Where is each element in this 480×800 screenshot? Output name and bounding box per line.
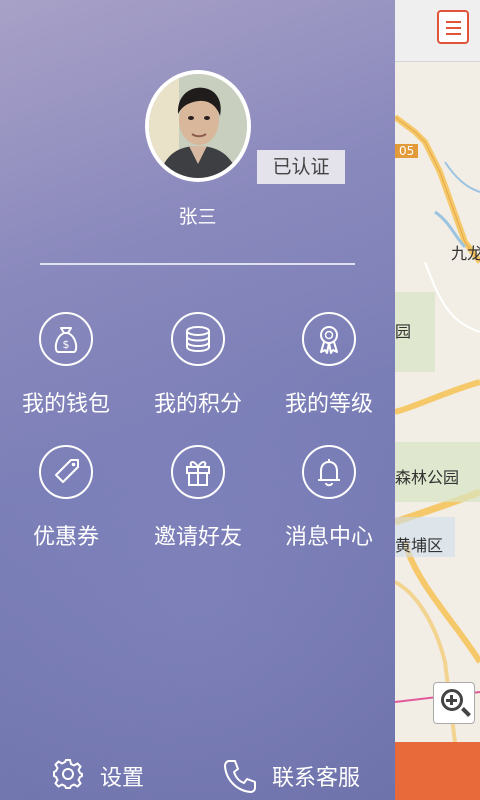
divider: [40, 263, 355, 265]
map-label-park: 森林公园: [395, 468, 460, 487]
wallet-icon: $: [39, 312, 93, 366]
menu-item-label: 优惠券: [32, 525, 99, 550]
map-label-place: 九龙: [451, 244, 480, 263]
menu-item-label: 消息中心: [284, 525, 373, 550]
coupon-tag-icon: [39, 445, 93, 499]
map-top-bar: [395, 0, 480, 62]
map-road-shield: 05: [395, 144, 419, 158]
menu-item-wallet[interactable]: $ 我的钱包: [1, 312, 131, 427]
settings-label: 设置: [100, 766, 145, 791]
medal-icon: [302, 312, 356, 366]
map-canvas[interactable]: 05 九龙 园 森林公园 黄埔区: [395, 62, 480, 743]
settings-button[interactable]: 设置: [50, 750, 170, 800]
gift-icon: [171, 445, 225, 499]
menu-item-label: 我的积分: [153, 392, 242, 417]
menu-item-messages[interactable]: 消息中心: [264, 445, 394, 560]
map-label-place: 园: [395, 322, 412, 341]
menu-list-icon[interactable]: [437, 10, 469, 44]
avatar-photo: [149, 74, 247, 178]
menu-item-label: 邀请好友: [153, 525, 242, 550]
gear-icon: [53, 759, 83, 789]
map-roads: [395, 62, 480, 743]
side-drawer: 已认证 张三 $ 我的钱包 我的积分 我的等级 优惠券 邀请好友 消息中心 设置…: [0, 0, 395, 800]
verified-badge: 已认证: [257, 150, 345, 184]
menu-item-label: 我的钱包: [21, 392, 110, 417]
menu-item-coupons[interactable]: 优惠券: [1, 445, 131, 560]
coins-icon: [171, 312, 225, 366]
user-name[interactable]: 张三: [0, 202, 395, 229]
map-label-district: 黄埔区: [395, 536, 444, 555]
zoom-in-icon: [441, 689, 463, 711]
contact-support-button[interactable]: 联系客服: [220, 750, 380, 800]
menu-item-points[interactable]: 我的积分: [133, 312, 263, 427]
menu-item-invite[interactable]: 邀请好友: [133, 445, 263, 560]
bell-icon: [302, 445, 356, 499]
svg-text:$: $: [63, 338, 70, 351]
map-bottom-bar[interactable]: [395, 742, 480, 800]
map-background[interactable]: 05 九龙 园 森林公园 黄埔区: [395, 0, 480, 800]
zoom-in-button[interactable]: [433, 682, 475, 724]
menu-item-label: 我的等级: [284, 392, 373, 417]
menu-item-level[interactable]: 我的等级: [264, 312, 394, 427]
phone-icon: [224, 760, 256, 793]
avatar[interactable]: [145, 70, 251, 182]
contact-support-label: 联系客服: [272, 766, 361, 791]
